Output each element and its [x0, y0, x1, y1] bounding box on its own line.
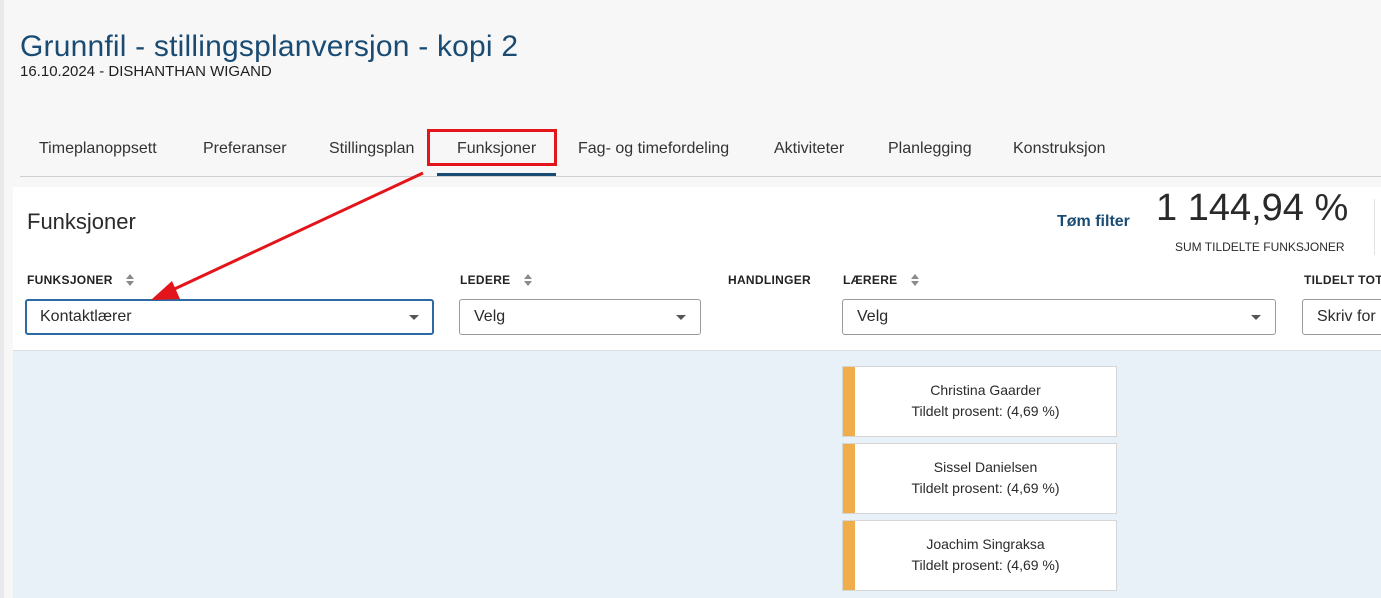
column-header-label: TILDELT TOT — [1304, 273, 1381, 287]
tab-fag-og-timefordeling[interactable]: Fag- og timefordeling — [578, 122, 729, 176]
tildelt-total-input[interactable]: Skriv for — [1302, 299, 1381, 335]
chevron-down-icon — [1251, 315, 1261, 320]
chevron-down-icon — [676, 315, 686, 320]
select-value: Velg — [857, 308, 889, 325]
card-percent: Tildelt prosent: (4,69 %) — [911, 480, 1060, 496]
teacher-card[interactable]: Sissel Danielsen Tildelt prosent: (4,69 … — [842, 443, 1117, 514]
column-header-laerere[interactable]: LÆRERE — [843, 273, 920, 287]
tab-timeplanoppsett[interactable]: Timeplanoppsett — [39, 122, 157, 176]
card-percent: Tildelt prosent: (4,69 %) — [911, 403, 1060, 419]
column-header-label: LÆRERE — [843, 273, 898, 287]
column-header-funksjoner[interactable]: FUNKSJONER — [27, 273, 135, 287]
select-value: Kontaktlærer — [40, 308, 132, 325]
left-edge — [0, 0, 4, 598]
card-name: Sissel Danielsen — [933, 459, 1038, 475]
tab-stillingsplan[interactable]: Stillingsplan — [329, 122, 414, 176]
sort-icon[interactable] — [911, 273, 920, 286]
card-percent: Tildelt prosent: (4,69 %) — [911, 557, 1060, 573]
column-header-ledere[interactable]: LEDERE — [460, 273, 533, 287]
column-header-handlinger: HANDLINGER — [728, 273, 811, 287]
tab-preferanser[interactable]: Preferanser — [203, 122, 287, 176]
filter-panel: Funksjoner Tøm filter 1 144,94 % SUM TIL… — [13, 187, 1381, 351]
card-accent-bar — [843, 367, 855, 436]
sum-value: 1 144,94 % — [1156, 187, 1349, 229]
card-name: Joachim Singraksa — [926, 536, 1045, 552]
teacher-card[interactable]: Christina Gaarder Tildelt prosent: (4,69… — [842, 366, 1117, 437]
card-name: Christina Gaarder — [930, 382, 1041, 398]
tab-planlegging[interactable]: Planlegging — [888, 122, 972, 176]
laerere-select[interactable]: Velg — [842, 299, 1276, 335]
column-header-label: FUNKSJONER — [27, 273, 113, 287]
column-header-label: LEDERE — [460, 273, 511, 287]
card-accent-bar — [843, 521, 855, 590]
funksjoner-select[interactable]: Kontaktlærer — [25, 299, 434, 335]
select-value: Velg — [474, 308, 506, 325]
tab-bar: Timeplanoppsett Preferanser Stillingspla… — [20, 122, 1381, 177]
sum-label: SUM TILDELTE FUNKSJONER — [1175, 240, 1345, 254]
sort-icon[interactable] — [126, 273, 135, 286]
tab-konstruksjon[interactable]: Konstruksjon — [1013, 122, 1106, 176]
panel-divider — [1374, 199, 1375, 255]
page-title: Grunnfil - stillingsplanversjon - kopi 2 — [20, 30, 519, 64]
clear-filter-link[interactable]: Tøm filter — [1057, 213, 1130, 231]
card-accent-bar — [843, 444, 855, 513]
page-subtitle: 16.10.2024 - DISHANTHAN WIGAND — [20, 63, 272, 80]
column-header-label: HANDLINGER — [728, 273, 811, 287]
content-area — [13, 351, 1381, 598]
sort-icon[interactable] — [524, 273, 533, 286]
chevron-down-icon — [409, 315, 419, 320]
panel-title: Funksjoner — [27, 209, 136, 234]
teacher-card[interactable]: Joachim Singraksa Tildelt prosent: (4,69… — [842, 520, 1117, 591]
column-header-tildelt[interactable]: TILDELT TOT — [1304, 273, 1381, 287]
tab-highlight-box — [427, 129, 557, 166]
ledere-select[interactable]: Velg — [459, 299, 701, 335]
input-placeholder: Skriv for — [1317, 308, 1376, 325]
tab-aktiviteter[interactable]: Aktiviteter — [774, 122, 844, 176]
